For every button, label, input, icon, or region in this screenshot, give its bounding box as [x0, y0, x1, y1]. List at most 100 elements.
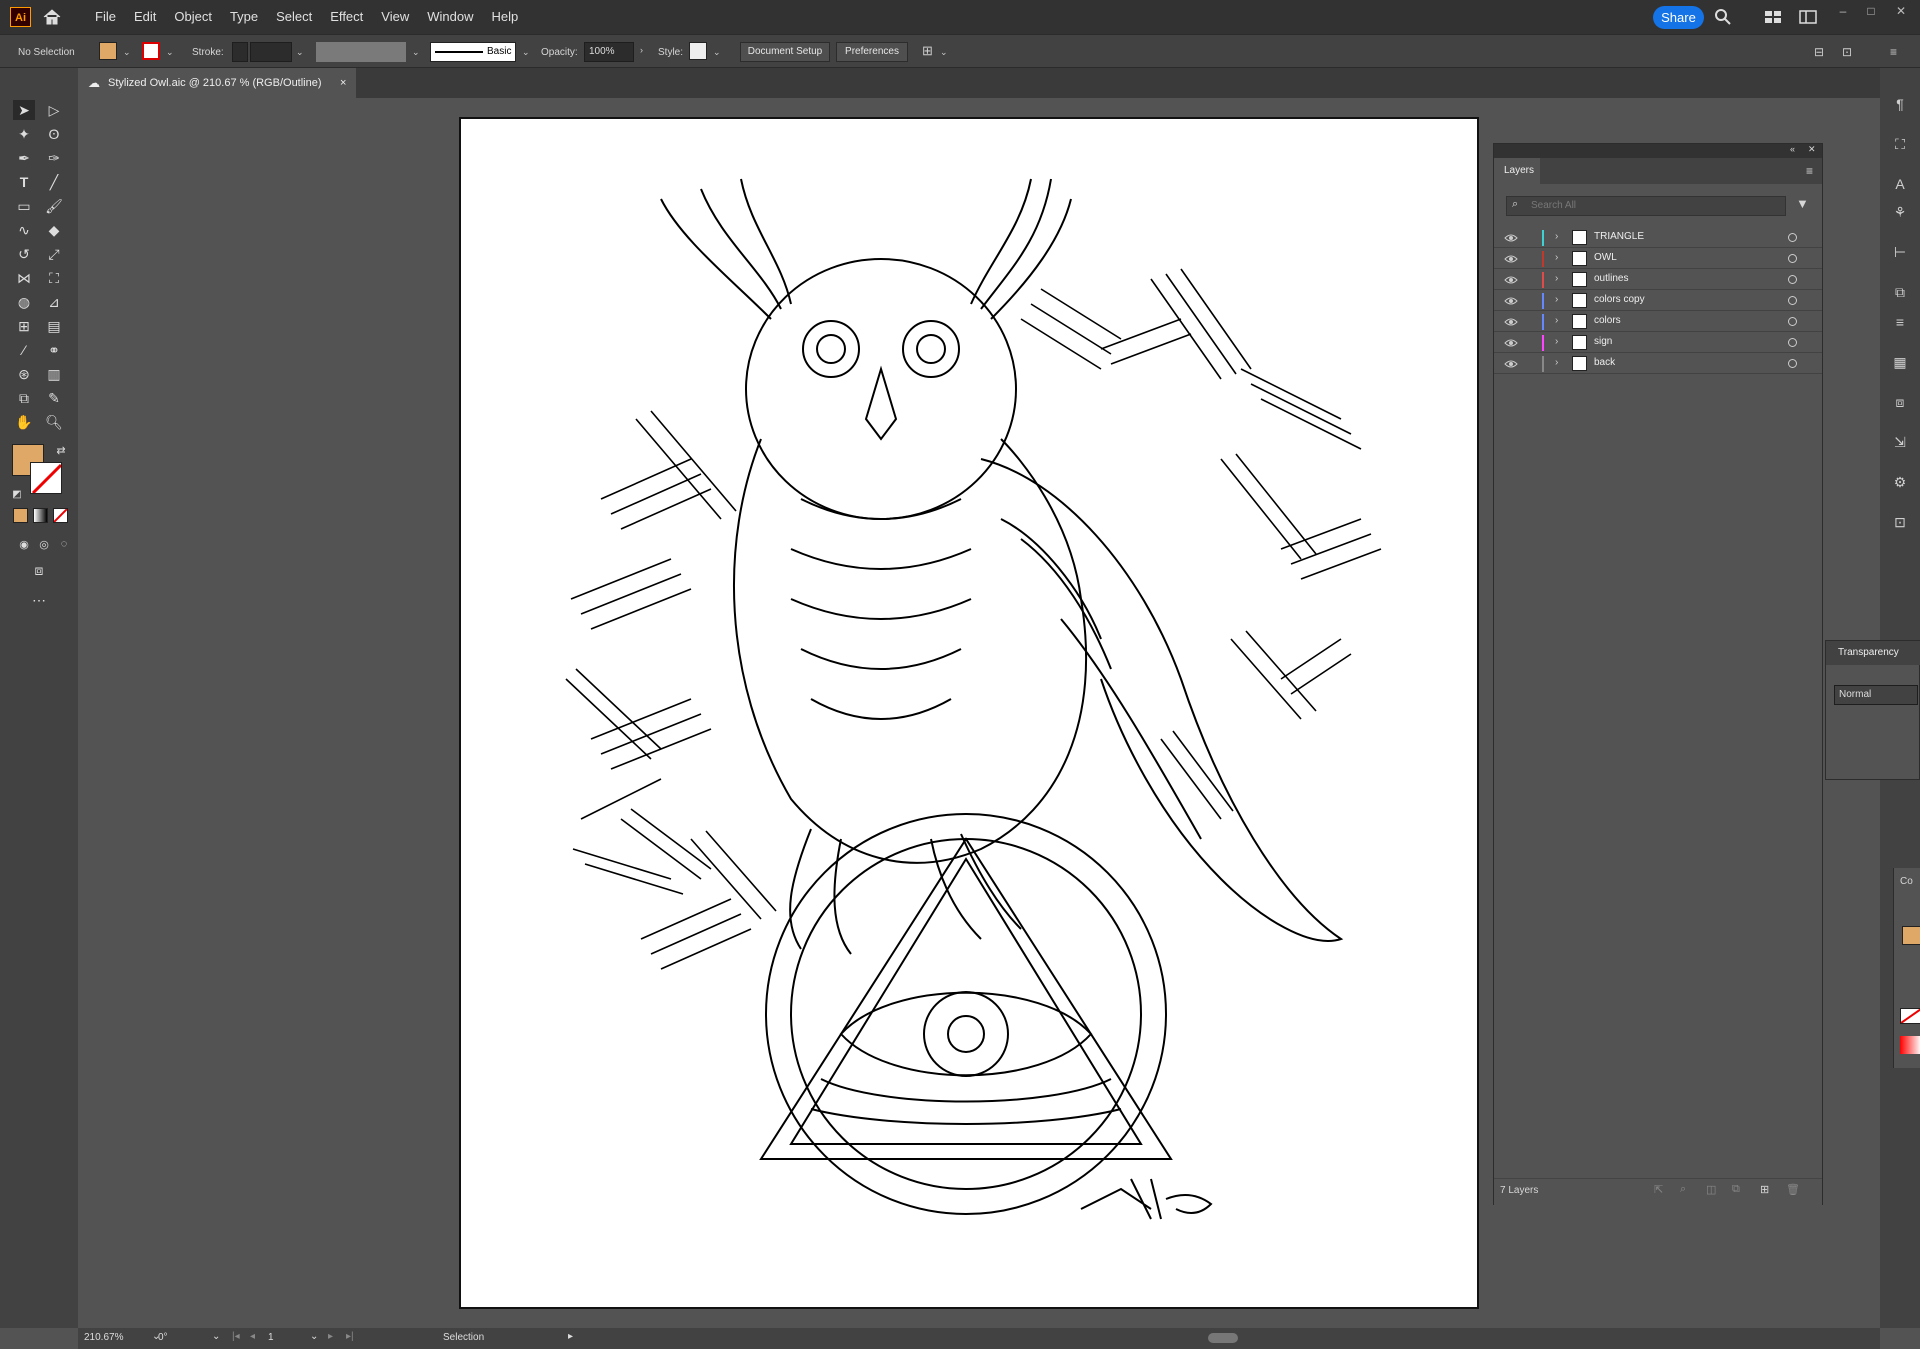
- type-tool-icon[interactable]: T: [13, 172, 35, 192]
- menu-select[interactable]: Select: [267, 0, 321, 34]
- perspective-grid-icon[interactable]: ⊿: [43, 292, 65, 312]
- swatches-icon[interactable]: ▦: [1889, 351, 1911, 373]
- none-swatch[interactable]: [1900, 1008, 1920, 1024]
- locate-object-icon[interactable]: ⌕: [1680, 1183, 1686, 1196]
- panel-header[interactable]: « ✕: [1494, 144, 1822, 158]
- target-circle-icon[interactable]: [1788, 317, 1797, 326]
- new-layer-icon[interactable]: ⊞: [1760, 1183, 1769, 1196]
- eraser-icon[interactable]: ◆: [43, 220, 65, 240]
- selection-tool-icon[interactable]: ➤: [13, 100, 35, 120]
- gradient-tool-icon[interactable]: ▤: [43, 316, 65, 336]
- gradient-mode-icon[interactable]: [33, 508, 48, 523]
- document-setup-button[interactable]: Document Setup: [740, 42, 830, 62]
- expand-chevron-icon[interactable]: ›: [1555, 252, 1558, 263]
- layer-row[interactable]: › sign: [1494, 333, 1822, 353]
- rotation-value[interactable]: 0°: [158, 1332, 168, 1343]
- stroke-swatch[interactable]: [142, 42, 160, 60]
- maximize-icon[interactable]: □: [1860, 4, 1882, 18]
- character-icon[interactable]: A: [1889, 173, 1911, 195]
- layer-name[interactable]: sign: [1594, 336, 1612, 347]
- width-tool-icon[interactable]: ⋈: [13, 268, 35, 288]
- brush-definition[interactable]: Basic: [430, 42, 516, 62]
- menu-window[interactable]: Window: [418, 0, 482, 34]
- home-icon[interactable]: [42, 8, 62, 26]
- expand-chevron-icon[interactable]: ›: [1555, 231, 1558, 242]
- column-graph-icon[interactable]: ▥: [43, 364, 65, 384]
- artboard-tool-icon[interactable]: ⧉: [13, 388, 35, 408]
- symbol-sprayer-icon[interactable]: ⊛: [13, 364, 35, 384]
- new-sublayer-icon[interactable]: ⧉: [1732, 1183, 1740, 1196]
- blend-tool-icon[interactable]: ⚭: [43, 340, 65, 360]
- chevron-down-icon[interactable]: ⌄: [713, 47, 721, 58]
- eyedropper-icon[interactable]: ⁄: [13, 340, 35, 360]
- pathfinder-icon[interactable]: ⧉: [1889, 281, 1911, 303]
- collect-export-icon[interactable]: ⇱: [1654, 1183, 1663, 1196]
- layer-row[interactable]: › colors: [1494, 312, 1822, 332]
- layer-row[interactable]: › OWL: [1494, 249, 1822, 269]
- stroke-color-box[interactable]: [30, 462, 62, 494]
- workspace-switcher-icon[interactable]: [1764, 8, 1782, 26]
- layer-row[interactable]: › colors copy: [1494, 291, 1822, 311]
- share-button[interactable]: Share: [1653, 6, 1704, 29]
- mesh-tool-icon[interactable]: ⊞: [13, 316, 35, 336]
- visibility-eye-icon[interactable]: [1504, 358, 1518, 370]
- rectangle-tool-icon[interactable]: ▭: [13, 196, 35, 216]
- chevron-down-icon[interactable]: ⌄: [212, 1331, 220, 1342]
- expand-chevron-icon[interactable]: ›: [1555, 357, 1558, 368]
- artboard[interactable]: [459, 117, 1479, 1309]
- paragraph-icon[interactable]: ¶: [1889, 93, 1911, 115]
- draw-normal-icon[interactable]: ◉: [13, 534, 35, 554]
- tab-layers[interactable]: Layers: [1494, 158, 1540, 184]
- slice-tool-icon[interactable]: ✎: [43, 388, 65, 408]
- visibility-eye-icon[interactable]: [1504, 232, 1518, 244]
- clipping-mask-icon[interactable]: ◫: [1706, 1183, 1716, 1196]
- expand-chevron-icon[interactable]: ›: [1555, 336, 1558, 347]
- layer-row[interactable]: › TRIANGLE: [1494, 228, 1822, 248]
- visibility-eye-icon[interactable]: [1504, 337, 1518, 349]
- screen-mode-icon[interactable]: ⧈: [28, 560, 50, 580]
- delete-layer-icon[interactable]: 🗑︎: [1786, 1183, 1800, 1196]
- color-spectrum[interactable]: [1900, 1036, 1920, 1054]
- first-artboard-icon[interactable]: |◂: [232, 1331, 240, 1342]
- align-panel-icon[interactable]: ⊢: [1889, 241, 1911, 263]
- last-artboard-icon[interactable]: ▸|: [346, 1331, 354, 1342]
- glyphs-icon[interactable]: ⚘: [1889, 201, 1911, 223]
- collapse-icon[interactable]: «: [1790, 144, 1795, 154]
- visibility-eye-icon[interactable]: [1504, 316, 1518, 328]
- stroke-panel-icon[interactable]: ≡: [1889, 311, 1911, 333]
- curvature-tool-icon[interactable]: ✑: [43, 148, 65, 168]
- layer-name[interactable]: colors: [1594, 315, 1621, 326]
- panel-menu-icon[interactable]: ≡: [1806, 164, 1813, 178]
- blend-mode-select[interactable]: Normal: [1834, 685, 1918, 705]
- graphic-style-swatch[interactable]: [689, 42, 707, 60]
- chevron-down-icon[interactable]: ⌄: [123, 47, 131, 58]
- rotate-tool-icon[interactable]: ↺: [13, 244, 35, 264]
- menu-object[interactable]: Object: [165, 0, 221, 34]
- draw-behind-icon[interactable]: ◎: [33, 534, 55, 554]
- artboard-number[interactable]: 1: [268, 1332, 274, 1343]
- pen-tool-icon[interactable]: ✒: [13, 148, 35, 168]
- chevron-down-icon[interactable]: ⌄: [310, 1331, 318, 1342]
- zoom-tool-icon[interactable]: 🔍︎: [43, 412, 65, 432]
- hand-tool-icon[interactable]: ✋: [13, 412, 35, 432]
- chevron-down-icon[interactable]: ⌄: [522, 47, 530, 58]
- transform-icon[interactable]: ⊡: [1842, 45, 1852, 59]
- layer-row[interactable]: › outlines: [1494, 270, 1822, 290]
- target-circle-icon[interactable]: [1788, 296, 1797, 305]
- visibility-eye-icon[interactable]: [1504, 295, 1518, 307]
- search-icon[interactable]: [1714, 8, 1732, 26]
- layer-name[interactable]: OWL: [1594, 252, 1617, 263]
- opacity-field[interactable]: 100%: [584, 42, 634, 62]
- target-circle-icon[interactable]: [1788, 359, 1797, 368]
- menu-type[interactable]: Type: [221, 0, 267, 34]
- prev-artboard-icon[interactable]: ◂: [250, 1331, 255, 1342]
- target-circle-icon[interactable]: [1788, 254, 1797, 263]
- target-circle-icon[interactable]: [1788, 338, 1797, 347]
- menu-help[interactable]: Help: [482, 0, 527, 34]
- close-panel-icon[interactable]: ✕: [1808, 144, 1816, 155]
- visibility-eye-icon[interactable]: [1504, 274, 1518, 286]
- target-circle-icon[interactable]: [1788, 275, 1797, 284]
- color-fill-swatch[interactable]: [1902, 926, 1920, 945]
- libraries-icon[interactable]: ⊡: [1889, 511, 1911, 533]
- chevron-down-icon[interactable]: ⌄: [296, 47, 304, 58]
